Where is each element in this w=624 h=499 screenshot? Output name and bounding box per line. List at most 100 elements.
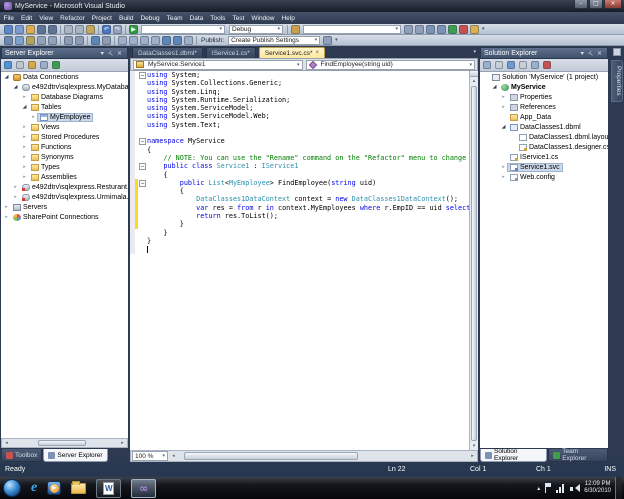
- expand-arrow-icon[interactable]: ▸: [21, 164, 28, 170]
- start-button[interactable]: [3, 479, 21, 497]
- action-center-flag-icon[interactable]: [544, 483, 552, 493]
- expand-arrow-icon[interactable]: ▸: [30, 114, 37, 120]
- show-sql-pane-icon[interactable]: [37, 35, 46, 45]
- tree-item-myemployee[interactable]: ▸ MyEmployee: [1, 112, 128, 122]
- menu-tools[interactable]: Tools: [207, 12, 229, 24]
- menu-edit[interactable]: Edit: [17, 12, 35, 24]
- tree-item-data-connections[interactable]: ◢ Data Connections: [1, 72, 128, 82]
- document-list-dropdown-icon[interactable]: ▾: [473, 49, 476, 55]
- indent-decrease-icon[interactable]: [64, 35, 73, 45]
- display-markup-icon[interactable]: [118, 35, 127, 45]
- tab-solution-explorer[interactable]: Solution Explorer: [480, 448, 548, 462]
- collapse-arrow-icon[interactable]: ◢: [500, 124, 507, 130]
- expand-arrow-icon[interactable]: ▸: [21, 124, 28, 130]
- show-results-pane-icon[interactable]: [48, 35, 57, 45]
- expand-arrow-icon[interactable]: ▸: [21, 134, 28, 140]
- tab-team-explorer[interactable]: Team Explorer: [548, 448, 608, 462]
- start-page-icon[interactable]: [470, 24, 479, 34]
- toolbar-overflow-icon[interactable]: ▾: [333, 37, 340, 43]
- expand-arrow-icon[interactable]: ▸: [500, 164, 507, 170]
- toolbar-overflow-icon[interactable]: ▾: [480, 26, 487, 32]
- scroll-left-icon[interactable]: ◂: [169, 453, 178, 459]
- comment-selection-icon[interactable]: [91, 35, 100, 45]
- navigate-backward-icon[interactable]: [404, 24, 413, 34]
- save-all-icon[interactable]: [48, 24, 57, 34]
- menu-team[interactable]: Team: [163, 12, 186, 24]
- save-icon[interactable]: [37, 24, 46, 34]
- close-panel-icon[interactable]: ×: [115, 50, 124, 57]
- show-criteria-pane-icon[interactable]: [26, 35, 35, 45]
- tree-item-iservice1-cs[interactable]: IService1.cs: [480, 152, 608, 162]
- menu-help[interactable]: Help: [278, 12, 298, 24]
- expand-arrow-icon[interactable]: ▸: [3, 214, 10, 220]
- expand-arrow-icon[interactable]: ▸: [21, 94, 28, 100]
- windows-media-player-icon[interactable]: [47, 481, 62, 495]
- menu-file[interactable]: File: [0, 12, 17, 24]
- menu-test[interactable]: Test: [229, 12, 248, 24]
- tree-item-solution-myservice-1-project[interactable]: Solution 'MyService' (1 project): [480, 72, 608, 82]
- tree-item-servers[interactable]: ▸ Servers: [1, 202, 128, 212]
- tree-item-tables[interactable]: ◢ Tables: [1, 102, 128, 112]
- tab-server-explorer[interactable]: Server Explorer: [43, 449, 108, 462]
- tree-item-stored-procedures[interactable]: ▸ Stored Procedures: [1, 132, 128, 142]
- solution-configurations-combo[interactable]: Debug ▾: [229, 24, 283, 34]
- open-file-icon[interactable]: [26, 24, 35, 34]
- validate-document-icon[interactable]: [129, 35, 138, 45]
- expand-arrow-icon[interactable]: ▸: [21, 154, 28, 160]
- menu-debug[interactable]: Debug: [137, 12, 163, 24]
- members-dropdown[interactable]: FindEmployee(string uid) ▾: [305, 59, 475, 70]
- connect-to-database-icon[interactable]: [28, 61, 36, 69]
- properties-tab[interactable]: Properties: [611, 60, 623, 102]
- tree-item-dataclasses1-dbml-layout[interactable]: DataClasses1.dbml.layout: [480, 132, 608, 142]
- tree-item-sharepoint-connections[interactable]: ▸ SharePoint Connections: [1, 212, 128, 222]
- find-combo[interactable]: ▾: [303, 24, 401, 34]
- expand-arrow-icon[interactable]: ▸: [500, 104, 507, 110]
- stop-refresh-icon[interactable]: [16, 61, 24, 69]
- document-tab-dataclasses1-dbml[interactable]: DataClasses1.dbml*: [132, 47, 203, 58]
- close-tab-icon[interactable]: ×: [316, 50, 320, 56]
- solution-explorer-icon[interactable]: [426, 24, 435, 34]
- scroll-left-icon[interactable]: ◂: [2, 440, 11, 446]
- menu-data[interactable]: Data: [186, 12, 207, 24]
- view-class-diagram-icon[interactable]: [519, 61, 527, 69]
- redo-icon[interactable]: ↷: [113, 24, 122, 34]
- title-bar[interactable]: MyService - Microsoft Visual Studio – □ …: [0, 0, 624, 12]
- collapse-region-icon[interactable]: −: [139, 71, 146, 79]
- volume-icon[interactable]: [570, 483, 581, 493]
- execute-query-icon[interactable]: [173, 35, 182, 45]
- maximize-button[interactable]: □: [589, 0, 603, 9]
- database-diagram-icon[interactable]: [4, 35, 13, 45]
- scrollbar-thumb[interactable]: [183, 452, 358, 460]
- new-project-icon[interactable]: [4, 24, 13, 34]
- server-explorer-horizontal-scrollbar[interactable]: ◂ ▸: [1, 438, 128, 448]
- menu-project[interactable]: Project: [88, 12, 115, 24]
- connect-to-server-icon[interactable]: [40, 61, 48, 69]
- close-panel-icon[interactable]: ×: [595, 50, 604, 57]
- fold-margin[interactable]: −: [138, 179, 147, 187]
- undo-icon[interactable]: ↶: [102, 24, 111, 34]
- object-browser-icon[interactable]: [448, 24, 457, 34]
- menu-refactor[interactable]: Refactor: [57, 12, 89, 24]
- scrollbar-thumb[interactable]: [471, 86, 477, 441]
- view-in-browser-icon[interactable]: [140, 35, 149, 45]
- paste-icon[interactable]: [86, 24, 95, 34]
- code-editor[interactable]: − using System; using System.Collections.G…: [130, 71, 469, 450]
- publish-profile-combo[interactable]: Create Publish Settings ▾: [228, 35, 321, 45]
- find-in-files-icon[interactable]: [291, 24, 300, 34]
- zoom-combo[interactable]: 100 % ▾: [132, 451, 168, 461]
- tree-item-assemblies[interactable]: ▸ Assemblies: [1, 172, 128, 182]
- tree-item-e492dtrv-sqlexpress-resturant-dbo[interactable]: ▸ e492dtrv\sqlexpress.Resturant.dbo: [1, 182, 128, 192]
- start-debugging-icon[interactable]: ▶: [129, 24, 138, 34]
- refresh-icon[interactable]: [507, 61, 515, 69]
- types-dropdown[interactable]: MyService.Service1 ▾: [133, 59, 303, 70]
- network-icon[interactable]: [556, 483, 567, 493]
- close-button[interactable]: ×: [604, 0, 622, 9]
- collapse-region-icon[interactable]: −: [139, 138, 146, 146]
- collapse-region-icon[interactable]: −: [139, 162, 146, 170]
- tree-item-types[interactable]: ▸ Types: [1, 162, 128, 172]
- tree-item-views[interactable]: ▸ Views: [1, 122, 128, 132]
- expand-arrow-icon[interactable]: ▸: [500, 94, 507, 100]
- show-hidden-icons-icon[interactable]: ▴: [537, 485, 540, 492]
- collapse-arrow-icon[interactable]: ◢: [3, 74, 10, 80]
- tree-item-functions[interactable]: ▸ Functions: [1, 142, 128, 152]
